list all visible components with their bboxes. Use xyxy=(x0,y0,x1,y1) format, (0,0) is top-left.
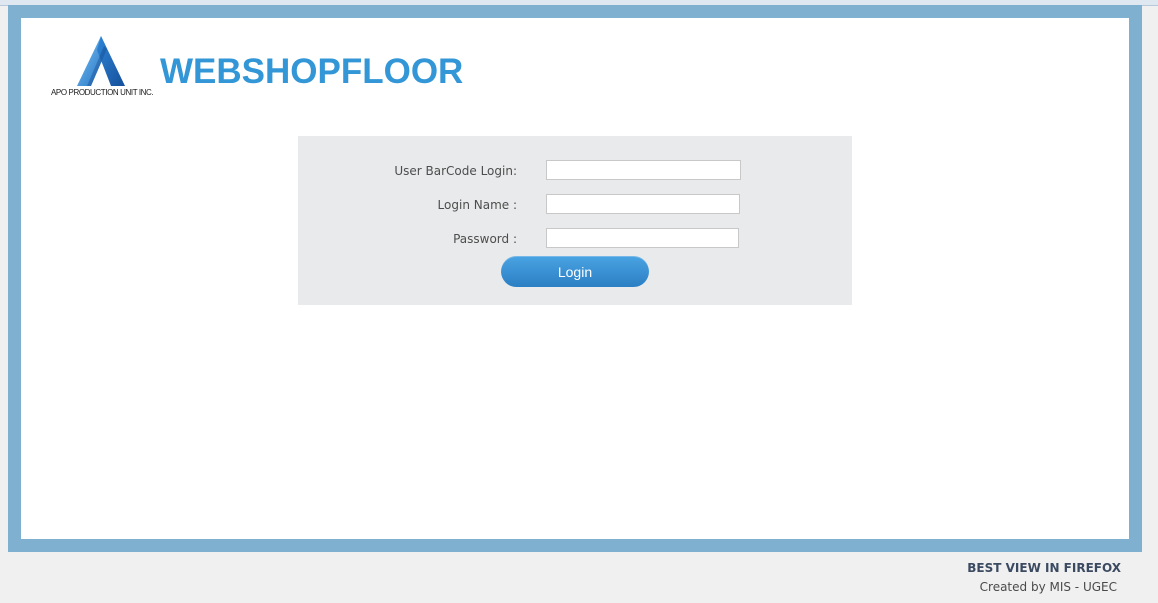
app-title: WEBSHOPFLOOR xyxy=(160,52,464,91)
browser-note: BEST VIEW IN FIREFOX xyxy=(967,561,1121,575)
password-input[interactable] xyxy=(546,228,739,248)
apo-triangle-logo-icon xyxy=(77,36,125,86)
company-logo-text: APO PRODUCTION UNIT INC. xyxy=(51,88,154,97)
login-panel: User BarCode Login: Login Name : Passwor… xyxy=(298,136,852,305)
barcode-label: User BarCode Login: xyxy=(394,164,517,178)
main-content: APO PRODUCTION UNIT INC. WEBSHOPFLOOR Us… xyxy=(21,18,1129,539)
company-logo: APO PRODUCTION UNIT INC. xyxy=(51,36,155,100)
credits-text: Created by MIS - UGEC xyxy=(979,580,1117,594)
barcode-input[interactable] xyxy=(546,160,741,180)
login-button[interactable]: Login xyxy=(501,256,649,287)
password-label: Password : xyxy=(453,232,517,246)
login-name-label: Login Name : xyxy=(437,198,517,212)
login-name-input[interactable] xyxy=(546,194,740,214)
